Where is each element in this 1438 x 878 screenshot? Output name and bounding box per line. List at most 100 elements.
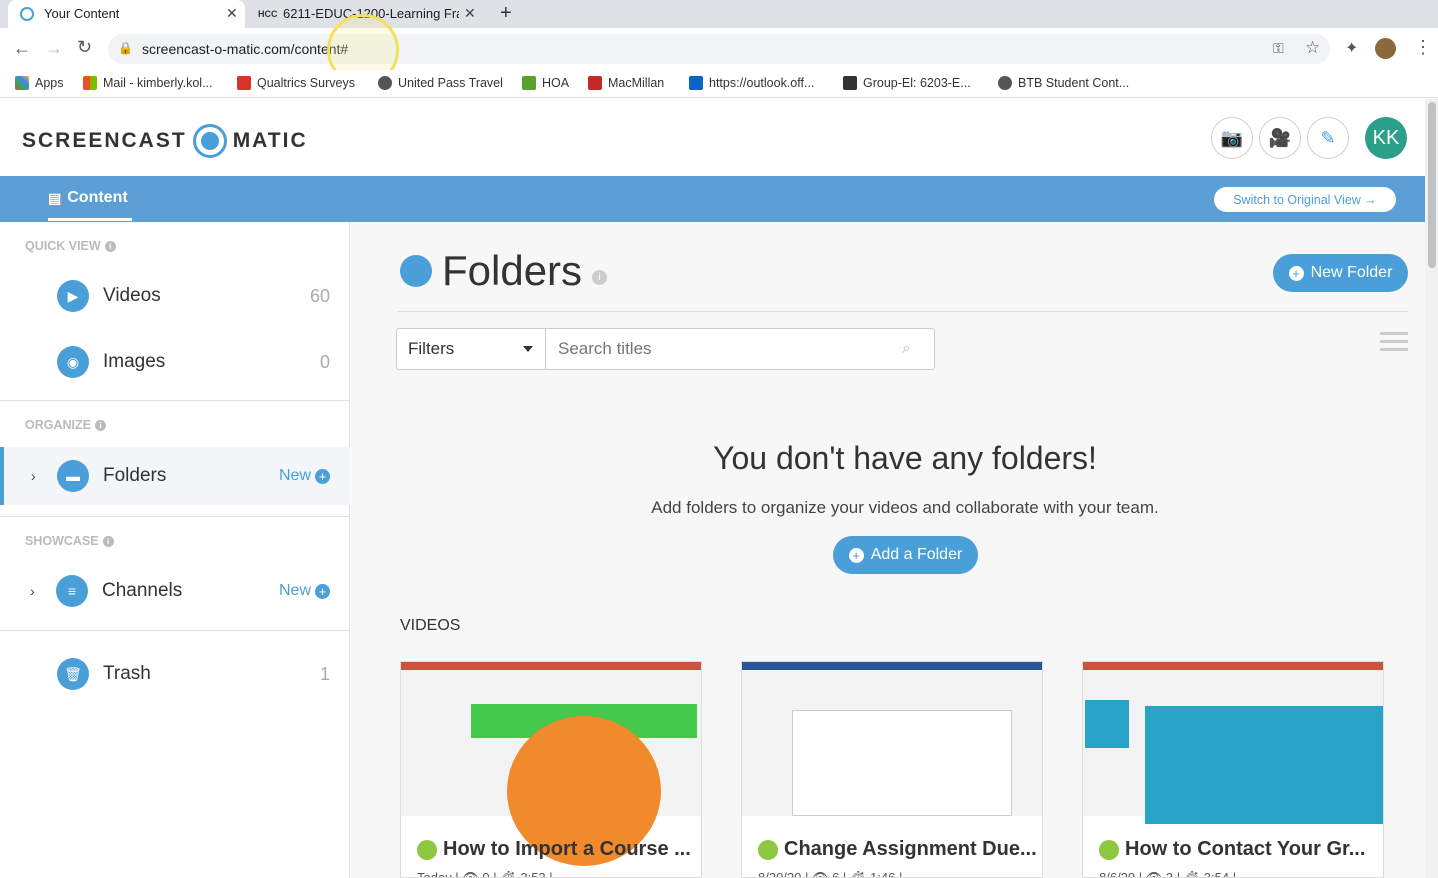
video-card[interactable]: How to Import a Course ... Today | 👁 0 |…: [400, 661, 702, 878]
lock-icon[interactable]: 🔒: [118, 41, 133, 55]
info-icon[interactable]: i: [592, 269, 608, 285]
camera-icon: 📷: [1220, 127, 1244, 148]
video-card[interactable]: How to Contact Your Gr... 8/6/20 | 👁 3 |…: [1082, 661, 1384, 878]
video-card[interactable]: Change Assignment Due... 8/20/20 | 👁 6 |…: [741, 661, 1043, 878]
list-view-toggle[interactable]: [1380, 332, 1408, 354]
organize-label: ORGANIZE i: [25, 418, 106, 432]
globe-icon: [378, 76, 392, 90]
status-icon: [1099, 839, 1119, 860]
info-icon[interactable]: i: [102, 535, 114, 547]
reload-icon[interactable]: ↻: [77, 37, 92, 58]
close-tab-icon[interactable]: ✕: [226, 5, 238, 22]
microsoft-icon: [83, 76, 97, 90]
logo-icon: [192, 124, 227, 158]
sidebar-item-channels[interactable]: › ≡ Channels New +: [0, 562, 350, 620]
bookmark-outlook[interactable]: https://outlook.off...: [689, 76, 814, 90]
menu-icon[interactable]: ⋮: [1414, 37, 1432, 58]
empty-state-heading: You don't have any folders!: [713, 440, 1097, 476]
hcc-favicon-icon: HCC: [258, 9, 278, 19]
sidebar-divider: [0, 630, 350, 631]
section-label: QUICK VIEW: [25, 239, 101, 253]
video-title[interactable]: How to Contact Your Gr...: [1099, 838, 1365, 861]
content-tab[interactable]: ▤ Content: [48, 189, 132, 221]
chevron-right-icon[interactable]: ›: [31, 468, 36, 484]
filters-dropdown[interactable]: Filters: [396, 328, 546, 370]
section-label: SHOWCASE: [25, 534, 99, 548]
bookmark-label: Apps: [35, 76, 64, 90]
sidebar-divider: [0, 516, 350, 517]
new-folder-button[interactable]: + New Folder: [1273, 254, 1408, 292]
profile-avatar[interactable]: [1375, 38, 1396, 59]
video-title[interactable]: Change Assignment Due...: [758, 838, 1037, 861]
key-icon[interactable]: ⚿: [1273, 40, 1284, 57]
quick-view-label: QUICK VIEW i: [25, 239, 116, 253]
user-avatar[interactable]: KK: [1365, 117, 1407, 159]
camera-icon: ◉: [57, 346, 89, 378]
url-text[interactable]: screencast-o-matic.com/content#: [142, 41, 348, 57]
screenshot-button[interactable]: 📷: [1211, 117, 1253, 159]
plus-icon: +: [1288, 265, 1304, 281]
content-tab-label: Content: [67, 189, 128, 206]
add-folder-button[interactable]: + Add a Folder: [833, 536, 978, 574]
switch-original-view-button[interactable]: Switch to Original View →: [1214, 187, 1396, 212]
sidebar-item-images[interactable]: ◉ Images 0: [0, 333, 350, 391]
bookmark-label: HOA: [542, 76, 570, 90]
bookmark-apps[interactable]: Apps: [15, 76, 64, 90]
new-tab-button[interactable]: +: [500, 2, 512, 25]
videos-section-label: VIDEOS: [400, 617, 461, 634]
chevron-right-icon[interactable]: ›: [30, 583, 35, 599]
outlook-icon: [689, 76, 703, 90]
new-channel-link[interactable]: New +: [279, 582, 330, 600]
bookmark-united[interactable]: United Pass Travel: [378, 76, 503, 90]
extensions-icon[interactable]: ✦: [1345, 38, 1358, 58]
trash-icon: 🗑: [57, 658, 89, 690]
logo-text-right: MATIC: [232, 129, 308, 152]
bookmark-group[interactable]: Group-El: 6203-E...: [843, 76, 971, 90]
video-title[interactable]: How to Import a Course ...: [417, 838, 691, 861]
section-label: ORGANIZE: [25, 418, 91, 432]
page-title-text: Folders: [442, 247, 583, 294]
back-icon[interactable]: ←: [13, 38, 31, 59]
status-icon: [758, 839, 778, 860]
video-thumbnail[interactable]: [401, 662, 701, 866]
sidebar-item-label: Images: [103, 351, 166, 372]
scrollbar-thumb[interactable]: [1428, 102, 1436, 268]
list-icon: ≡: [56, 575, 88, 607]
info-icon[interactable]: i: [104, 240, 116, 252]
thumb-shape: [792, 710, 1012, 816]
video-thumbnail[interactable]: [1083, 662, 1383, 824]
bookmark-qualtrics[interactable]: Qualtrics Surveys: [237, 76, 355, 90]
bookmark-macmillan[interactable]: MacMillan: [588, 76, 664, 90]
record-button[interactable]: 🎥: [1259, 117, 1301, 159]
forward-icon[interactable]: →: [45, 38, 63, 59]
bookmark-label: MacMillan: [608, 76, 665, 90]
editor-button[interactable]: ✎: [1307, 117, 1349, 159]
bookmark-mail[interactable]: Mail - kimberly.kol...: [83, 76, 213, 90]
sidebar-item-videos[interactable]: ▶ Videos 60: [0, 267, 350, 325]
video-meta: Today | 👁 0 | ⏱ 2:52 |: [417, 870, 553, 878]
logo-text-left: SCREENCAST: [22, 129, 187, 152]
new-folder-link[interactable]: New +: [279, 467, 330, 485]
sidebar-item-folders[interactable]: › ▬ Folders New +: [0, 447, 350, 505]
apps-grid-icon: [15, 76, 29, 90]
sidebar-item-trash[interactable]: 🗑 Trash 1: [0, 645, 350, 703]
bookmark-btb[interactable]: BTB Student Cont...: [998, 76, 1129, 90]
bookmark-hoa[interactable]: HOA: [522, 76, 569, 90]
star-icon[interactable]: ☆: [1305, 38, 1320, 58]
sidebar-item-count: 1: [319, 663, 330, 684]
bookmark-label: BTB Student Cont...: [1018, 76, 1130, 90]
search-icon[interactable]: ⌕: [902, 340, 911, 358]
caret-down-icon: [523, 346, 533, 352]
tab-your-content[interactable]: Your Content ✕: [8, 0, 245, 28]
screencast-logo[interactable]: SCREENCAST MATIC: [22, 124, 308, 158]
video-meta: 8/20/20 | 👁 6 | ⏱ 1:46 |: [758, 870, 903, 878]
folder-icon: [400, 255, 432, 287]
info-icon[interactable]: i: [94, 419, 106, 431]
macmillan-icon: [588, 76, 602, 90]
content-icon: ▤: [48, 189, 62, 206]
search-input[interactable]: [545, 328, 935, 370]
video-thumbnail[interactable]: [742, 662, 1042, 816]
new-label: New: [278, 582, 311, 599]
sidebar-item-label: Channels: [102, 580, 183, 601]
close-tab-icon[interactable]: ✕: [464, 5, 476, 22]
